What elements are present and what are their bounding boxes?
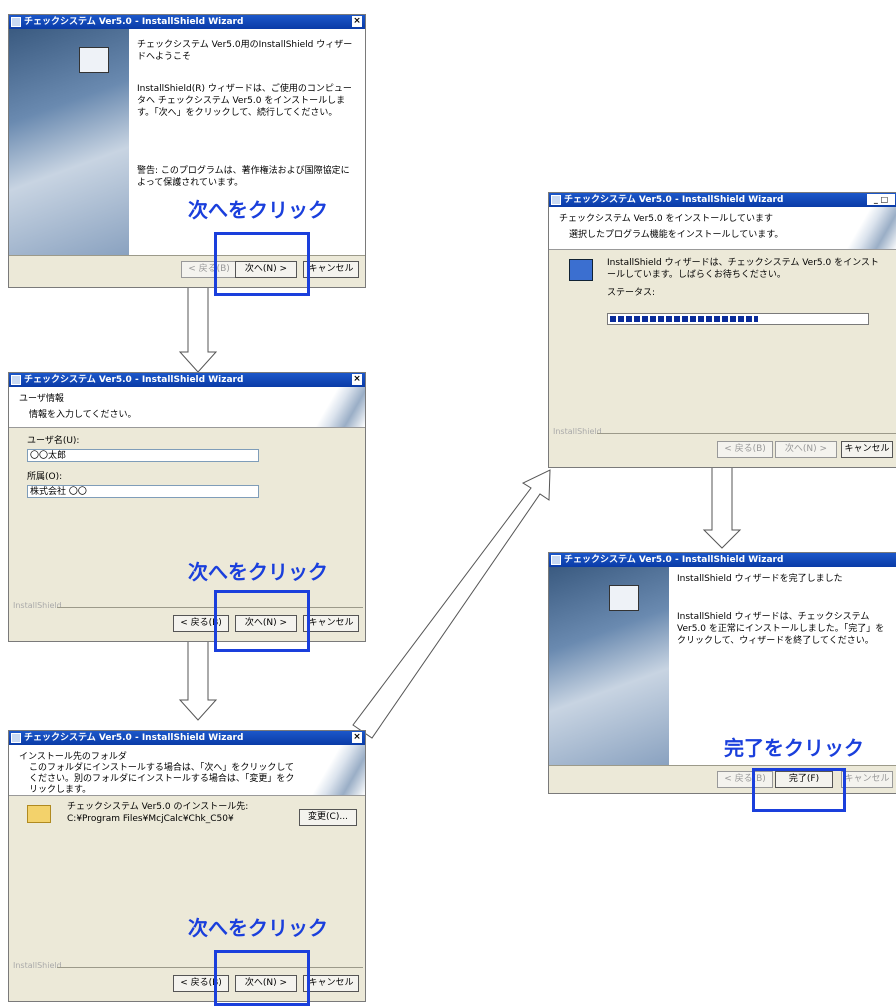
installing-message: InstallShield ウィザードは、チェックシステム Ver5.0 をイン… [607,258,879,280]
destination-folder-dialog: チェックシステム Ver5.0 - InstallShield Wizard ×… [8,730,366,1002]
user-name-input[interactable]: 〇〇太郎 [27,449,259,462]
highlight-next-2 [214,590,310,652]
wizard-side-banner [9,29,129,255]
installer-app-icon [551,555,561,565]
welcome-body: InstallShield(R) ウィザードは、ご使用のコンピュータへ チェック… [137,84,352,118]
installing-dialog: チェックシステム Ver5.0 - InstallShield Wizard _… [548,192,896,468]
highlight-next-1 [214,232,310,296]
progress-fill [610,316,759,322]
computer-monitor-icon [609,585,639,611]
install-location-label: チェックシステム Ver5.0 のインストール先: [67,802,249,812]
cancel-button[interactable]: キャンセル [303,615,359,632]
window-title: チェックシステム Ver5.0 - InstallShield Wizard [564,555,784,565]
wizard-header: チェックシステム Ver5.0 をインストールしています 選択したプログラム機能… [549,207,896,250]
cancel-button[interactable]: キャンセル [841,441,893,458]
header-title: ユーザ情報 [19,394,64,404]
install-progress-bar [607,313,869,325]
user-name-label: ユーザ名(U): [27,436,80,446]
organization-label: 所属(O): [27,472,63,482]
status-label: ステータス: [607,288,656,298]
close-icon[interactable]: × [352,732,362,743]
window-title: チェックシステム Ver5.0 - InstallShield Wizard [564,195,784,205]
down-arrow-1 [178,284,218,373]
welcome-title: チェックシステム Ver5.0用のInstallShield ウィザードへようこ… [137,40,353,62]
organization-input[interactable]: 株式会社 〇〇 [27,485,259,498]
wizard-header: インストール先のフォルダ このフォルダにインストールする場合は、「次へ」をクリッ… [9,745,365,796]
title-bar: チェックシステム Ver5.0 - InstallShield Wizard [549,553,896,567]
page-curl-graphic [837,207,896,249]
button-separator [57,607,363,608]
click-next-annotation-1: 次へをクリック [188,198,328,222]
next-button[interactable]: 次へ(N) > [775,441,837,458]
complete-body: InstallShield ウィザードは、チェックシステム Ver5.0 を正常… [677,612,885,646]
click-finish-annotation: 完了をクリック [724,736,864,760]
folder-icon [27,805,51,823]
installshield-brand: InstallShield [553,427,602,436]
header-subtitle: このフォルダにインストールする場合は、「次へ」をクリックしてください。別のフォル… [29,763,295,795]
user-info-dialog: チェックシステム Ver5.0 - InstallShield Wizard ×… [8,372,366,642]
button-separator [549,765,896,766]
installer-app-icon [551,195,561,205]
down-arrow-2 [178,637,218,721]
header-subtitle: 情報を入力してください。 [29,410,137,420]
computer-monitor-icon [79,47,109,73]
header-title: チェックシステム Ver5.0 をインストールしています [559,214,774,224]
title-bar: チェックシステム Ver5.0 - InstallShield Wizard _… [549,193,896,207]
down-arrow-3 [702,465,742,549]
diagonal-arrow [352,469,551,739]
title-bar: チェックシステム Ver5.0 - InstallShield Wizard × [9,373,365,387]
button-separator [57,967,363,968]
cancel-button[interactable]: キャンセル [841,771,893,788]
installshield-brand: InstallShield [13,601,62,610]
click-next-annotation-2: 次へをクリック [188,560,328,584]
header-subtitle: 選択したプログラム機能をインストールしています。 [569,230,784,240]
page-curl-graphic [305,387,365,427]
install-path: C:¥Program Files¥McjCalc¥Chk_C50¥ [67,814,234,824]
minimize-maximize-icons[interactable]: _ □ [867,194,895,205]
click-next-annotation-3: 次へをクリック [188,916,328,940]
installer-app-icon [11,17,21,27]
highlight-next-3 [214,950,310,1006]
close-icon[interactable]: × [352,16,362,27]
back-button[interactable]: < 戻る(B) [717,441,773,458]
header-title: インストール先のフォルダ [19,752,127,762]
close-icon[interactable]: × [352,374,362,385]
window-title: チェックシステム Ver5.0 - InstallShield Wizard [24,733,244,743]
window-title: チェックシステム Ver5.0 - InstallShield Wizard [24,17,244,27]
installer-app-icon [11,733,21,743]
installshield-brand: InstallShield [13,961,62,970]
window-title: チェックシステム Ver5.0 - InstallShield Wizard [24,375,244,385]
cancel-button[interactable]: キャンセル [303,975,359,992]
title-bar: チェックシステム Ver5.0 - InstallShield Wizard × [9,15,365,29]
wizard-header: ユーザ情報 情報を入力してください。 [9,387,365,428]
setup-computer-icon [569,259,593,281]
change-button[interactable]: 変更(C)... [299,809,357,826]
highlight-finish [752,768,846,812]
page-curl-graphic [305,745,365,795]
button-separator [9,255,365,256]
button-separator [597,433,896,434]
welcome-dialog: チェックシステム Ver5.0 - InstallShield Wizard ×… [8,14,366,288]
wizard-side-banner [549,567,669,765]
cancel-button[interactable]: キャンセル [303,261,359,278]
copyright-warning: 警告: このプログラムは、著作権法および国際協定によって保護されています。 [137,166,350,188]
complete-title: InstallShield ウィザードを完了しました [677,574,843,584]
installer-app-icon [11,375,21,385]
title-bar: チェックシステム Ver5.0 - InstallShield Wizard × [9,731,365,745]
